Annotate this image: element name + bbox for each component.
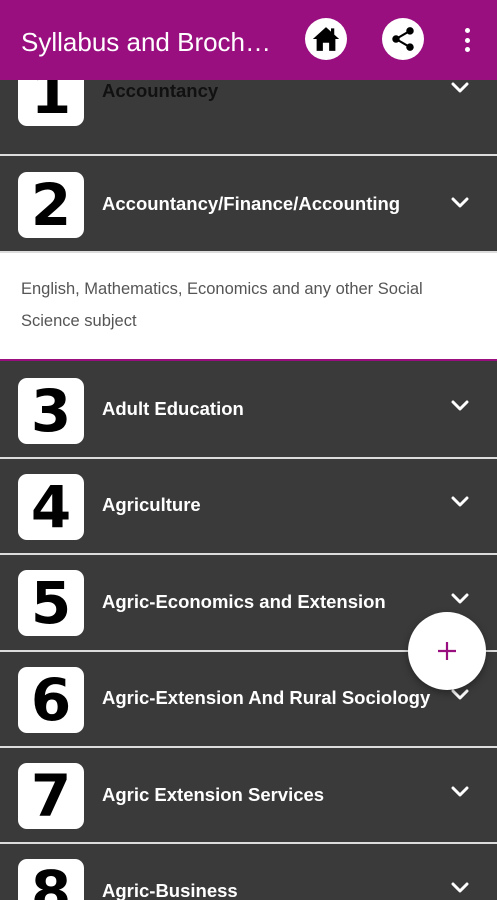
chevron-down-icon[interactable] (451, 786, 469, 798)
share-button[interactable] (382, 18, 424, 60)
detail-text: English, Mathematics, Economics and any … (21, 280, 423, 330)
chevron-down-icon[interactable] (451, 593, 469, 605)
course-label: Agriculture (102, 494, 201, 515)
share-icon (392, 27, 414, 51)
more-options-button[interactable] (452, 24, 482, 56)
plus-icon (438, 642, 456, 660)
expanded-detail-panel: English, Mathematics, Economics and any … (0, 253, 497, 361)
course-label: Agric-Business (102, 880, 238, 900)
course-label: Accountancy (102, 80, 219, 101)
course-label: Adult Education (102, 398, 244, 419)
number-badge: 8 (18, 859, 84, 900)
list-item[interactable]: 4 Agriculture (0, 459, 497, 555)
chevron-down-icon[interactable] (451, 496, 469, 508)
course-label: Agric-Extension And Rural Sociology (102, 687, 431, 708)
number-badge: 2 (18, 172, 84, 238)
course-label: Accountancy/Finance/Accounting (102, 193, 401, 214)
chevron-down-icon[interactable] (451, 882, 469, 894)
home-icon (312, 27, 340, 51)
page-title: Syllabus and Brochure (21, 27, 281, 57)
chevron-down-icon[interactable] (451, 689, 469, 701)
course-label: Agric-Economics and Extension (102, 591, 386, 612)
add-fab-button[interactable] (408, 612, 486, 690)
app-bar: Syllabus and Brochure (0, 0, 497, 80)
chevron-down-icon[interactable] (451, 400, 469, 412)
list-item[interactable]: 7 Agric Extension Services (0, 748, 497, 844)
number-badge: 7 (18, 763, 84, 829)
more-vert-icon (464, 28, 470, 33)
chevron-down-icon[interactable] (451, 82, 469, 94)
number-badge: 4 (18, 474, 84, 540)
list-item[interactable]: 8 Agric-Business (0, 844, 497, 900)
chevron-down-icon[interactable] (451, 197, 469, 209)
number-badge: 3 (18, 378, 84, 444)
list-item[interactable]: 2 Accountancy/Finance/Accounting (0, 157, 497, 253)
number-badge: 5 (18, 570, 84, 636)
app-screen: Syllabus and Brochure 1 Accountancy 2 Ac… (0, 0, 497, 900)
list-item[interactable]: 3 Adult Education (0, 363, 497, 459)
home-button[interactable] (305, 18, 347, 60)
number-badge: 6 (18, 667, 84, 733)
course-label: Agric Extension Services (102, 784, 325, 805)
